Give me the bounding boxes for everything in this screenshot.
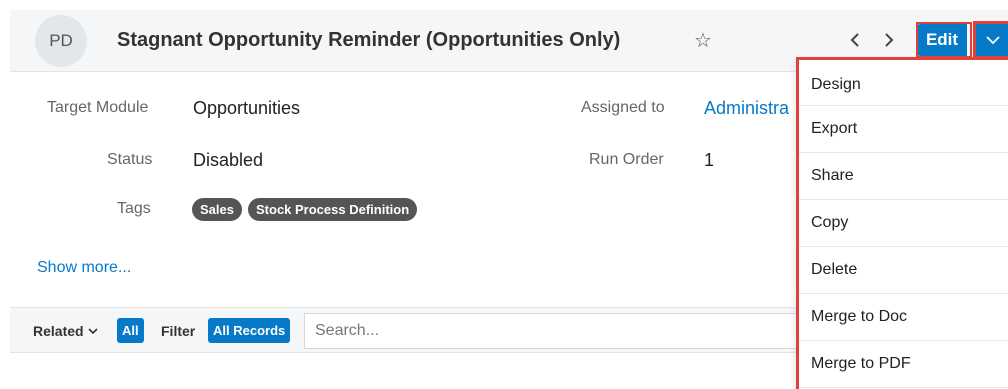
actions-dropdown-button[interactable] bbox=[973, 21, 1008, 59]
menu-item-export[interactable]: Export bbox=[799, 106, 1008, 153]
chevron-left-icon bbox=[850, 33, 859, 47]
menu-item-design[interactable]: Design bbox=[799, 60, 1008, 106]
status-value: Disabled bbox=[193, 150, 264, 170]
show-more-link[interactable]: Show more... bbox=[37, 259, 131, 277]
menu-item-merge-to-doc[interactable]: Merge to Doc bbox=[799, 294, 1008, 341]
related-label: Related bbox=[33, 323, 84, 339]
target-module-label: Target Module bbox=[47, 99, 149, 116]
assigned-to-link[interactable]: Administra bbox=[704, 98, 789, 119]
tags-label: Tags bbox=[117, 200, 151, 217]
next-record-button[interactable] bbox=[875, 24, 903, 56]
filter-label: Filter bbox=[161, 323, 196, 339]
run-order-label: Run Order bbox=[589, 151, 664, 168]
tag-stock-process-definition[interactable]: Stock Process Definition bbox=[248, 198, 418, 221]
previous-record-button[interactable] bbox=[841, 24, 869, 56]
edit-button[interactable]: Edit bbox=[917, 24, 967, 56]
menu-item-merge-to-pdf[interactable]: Merge to PDF bbox=[799, 341, 1008, 388]
page-title: Stagnant Opportunity Reminder (Opportuni… bbox=[117, 29, 621, 51]
assigned-to-label: Assigned to bbox=[581, 99, 665, 116]
star-icon[interactable]: ☆ bbox=[694, 28, 712, 53]
avatar: PD bbox=[35, 15, 87, 67]
status-label: Status bbox=[107, 151, 153, 168]
all-records-filter-pill[interactable]: All Records bbox=[208, 318, 291, 343]
tag-sales[interactable]: Sales bbox=[192, 198, 242, 221]
menu-item-copy[interactable]: Copy bbox=[799, 200, 1008, 247]
menu-item-delete[interactable]: Delete bbox=[799, 247, 1008, 294]
chevron-down-icon bbox=[88, 327, 98, 334]
menu-item-share[interactable]: Share bbox=[799, 153, 1008, 200]
all-modules-pill[interactable]: All bbox=[117, 318, 144, 343]
actions-menu: Design Export Share Copy Delete Merge to… bbox=[796, 57, 1008, 389]
target-module-value: Opportunities bbox=[193, 98, 301, 118]
chevron-right-icon bbox=[885, 33, 894, 47]
run-order-value: 1 bbox=[704, 150, 715, 170]
related-dropdown[interactable]: Related bbox=[33, 323, 98, 339]
chevron-down-icon bbox=[986, 35, 1000, 44]
